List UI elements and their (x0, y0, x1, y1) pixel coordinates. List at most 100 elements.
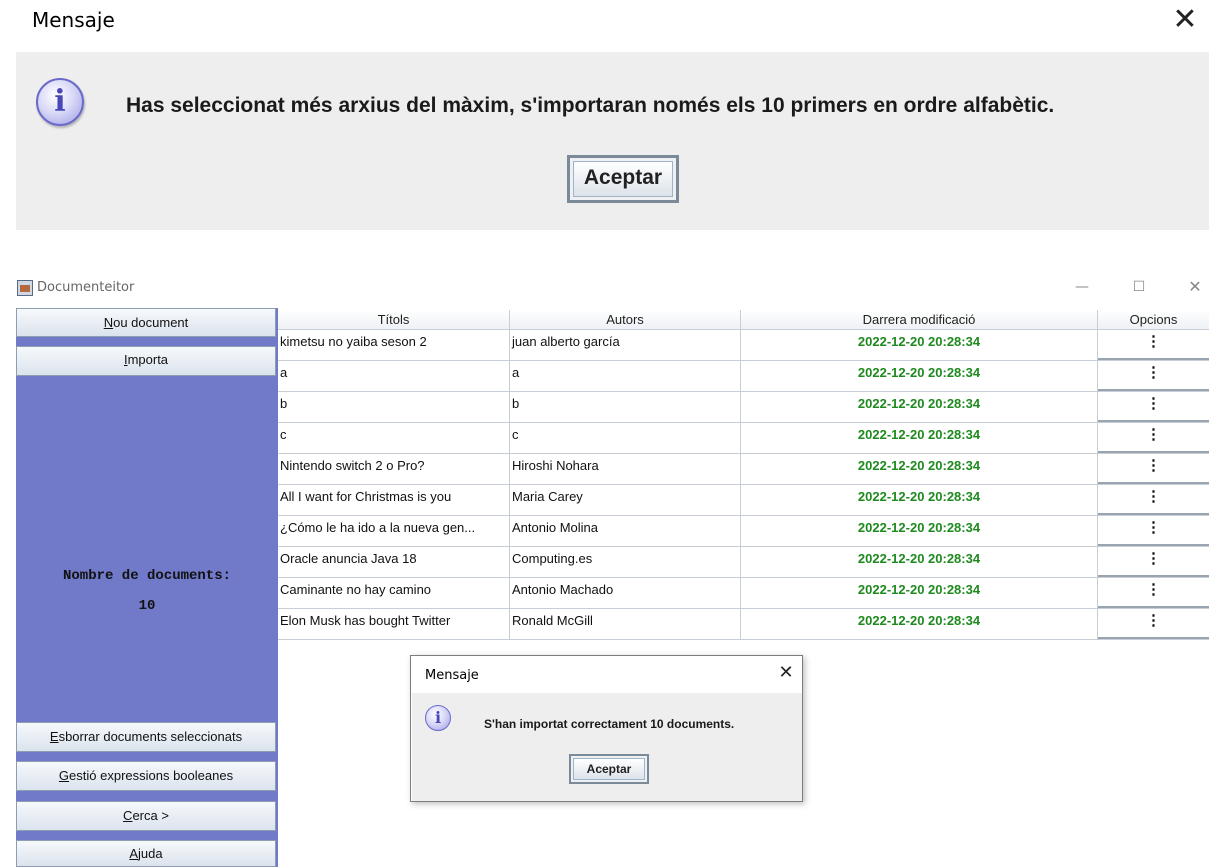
table-row[interactable]: Nintendo switch 2 o Pro? Hiroshi Nohara 20… (278, 454, 1209, 485)
cell-modified: 2022-12-20 20:28:34 (741, 485, 1098, 516)
more-options-icon[interactable]: ⋮ (1098, 454, 1209, 484)
delete-selected-mnemonic: E (49, 729, 59, 744)
document-count-value: 10 (138, 598, 156, 614)
cell-options: ⋮ (1098, 361, 1209, 392)
new-document-label: ou document (113, 315, 189, 330)
column-header-options[interactable]: Opcions (1098, 310, 1209, 330)
cell-author: juan alberto garcía (510, 330, 741, 361)
table-header: Títols Autors Darrera modificació Opcion… (278, 310, 1209, 330)
minimize-icon[interactable]: — (1062, 276, 1102, 298)
table-row[interactable]: Elon Musk has bought Twitter Ronald McGil… (278, 609, 1209, 640)
import-label: mporta (127, 352, 169, 367)
window-close-icon[interactable]: ✕ (1175, 276, 1209, 298)
table-row[interactable]: c c 2022-12-20 20:28:34 ⋮ (278, 423, 1209, 454)
cell-modified: 2022-12-20 20:28:34 (741, 578, 1098, 609)
table-row[interactable]: kimetsu no yaiba seson 2 juan alberto gar… (278, 330, 1209, 361)
column-header-authors[interactable]: Autors (510, 310, 741, 330)
cell-author: Hiroshi Nohara (510, 454, 741, 485)
import-button[interactable]: Importa (16, 346, 276, 376)
accept-button-label: Aceptar (573, 758, 645, 780)
cell-author: Antonio Molina (510, 516, 741, 547)
table-row[interactable]: All I want for Christmas is you Maria Car… (278, 485, 1209, 516)
maximize-icon[interactable]: ☐ (1119, 276, 1159, 298)
cell-title: Elon Musk has bought Twitter (278, 609, 510, 640)
more-options-icon[interactable]: ⋮ (1098, 578, 1209, 608)
cell-title: Nintendo switch 2 o Pro? (278, 454, 510, 485)
table-row[interactable]: b b 2022-12-20 20:28:34 ⋮ (278, 392, 1209, 423)
more-options-icon[interactable]: ⋮ (1098, 547, 1209, 577)
cell-options: ⋮ (1098, 485, 1209, 516)
column-header-titles[interactable]: Títols (278, 310, 510, 330)
new-document-button[interactable]: Nou document (16, 308, 276, 337)
close-icon[interactable]: ✕ (1170, 5, 1200, 36)
more-options-icon[interactable]: ⋮ (1098, 361, 1209, 391)
search-button[interactable]: Cerca > (16, 801, 276, 831)
cell-author: a (510, 361, 741, 392)
cell-options: ⋮ (1098, 330, 1209, 361)
cell-options: ⋮ (1098, 547, 1209, 578)
table-row[interactable]: ¿Cómo le ha ido a la nueva gen... Antonio… (278, 516, 1209, 547)
cell-author: Antonio Machado (510, 578, 741, 609)
cell-title: Caminante no hay camino (278, 578, 510, 609)
sidebar: Nou document Importa Nombre de documents… (16, 308, 278, 867)
cell-options: ⋮ (1098, 392, 1209, 423)
table-row[interactable]: Oracle anuncia Java 18 Computing.es 2022-1… (278, 547, 1209, 578)
cell-title: All I want for Christmas is you (278, 485, 510, 516)
more-options-icon[interactable]: ⋮ (1098, 516, 1209, 546)
cell-modified: 2022-12-20 20:28:34 (741, 454, 1098, 485)
dialog-body: i Has seleccionat més arxius del màxim, … (16, 52, 1209, 230)
cell-modified: 2022-12-20 20:28:34 (741, 609, 1098, 640)
more-options-icon[interactable]: ⋮ (1098, 485, 1209, 515)
cell-modified: 2022-12-20 20:28:34 (741, 330, 1098, 361)
cell-options: ⋮ (1098, 516, 1209, 547)
more-options-icon[interactable]: ⋮ (1098, 330, 1209, 360)
help-mnemonic: A (129, 846, 139, 861)
close-icon[interactable]: ✕ (775, 662, 797, 684)
more-options-icon[interactable]: ⋮ (1098, 609, 1209, 639)
info-icon: i (425, 705, 451, 731)
import-success-dialog: Mensaje ✕ i S'han importat correctament … (410, 655, 803, 802)
table-row[interactable]: Caminante no hay camino Antonio Machado 20… (278, 578, 1209, 609)
cell-title: c (278, 423, 510, 454)
help-label: juda (138, 846, 163, 861)
cell-modified: 2022-12-20 20:28:34 (741, 392, 1098, 423)
cell-title: b (278, 392, 510, 423)
cell-modified: 2022-12-20 20:28:34 (741, 361, 1098, 392)
cell-modified: 2022-12-20 20:28:34 (741, 423, 1098, 454)
cell-modified: 2022-12-20 20:28:34 (741, 516, 1098, 547)
delete-selected-button[interactable]: Esborrar documents seleccionats (16, 722, 276, 752)
cell-title: kimetsu no yaiba seson 2 (278, 330, 510, 361)
cell-modified: 2022-12-20 20:28:34 (741, 547, 1098, 578)
delete-selected-label: sborrar documents seleccionats (58, 729, 243, 744)
dialog-body: i S'han importat correctament 10 documen… (412, 693, 802, 801)
boolean-expressions-label: estió expressions booleanes (69, 768, 234, 783)
dialog-title: Mensaje (32, 8, 115, 32)
new-document-mnemonic: N (103, 315, 114, 330)
cell-title: Oracle anuncia Java 18 (278, 547, 510, 578)
cell-options: ⋮ (1098, 454, 1209, 485)
info-icon: i (36, 78, 84, 126)
cell-options: ⋮ (1098, 423, 1209, 454)
column-header-modified[interactable]: Darrera modificació (741, 310, 1098, 330)
boolean-expressions-mnemonic: G (58, 768, 70, 783)
cell-options: ⋮ (1098, 578, 1209, 609)
dialog-message: S'han importat correctament 10 documents… (484, 717, 735, 731)
accept-button[interactable]: Aceptar (569, 754, 649, 784)
help-button[interactable]: Ajuda (16, 840, 276, 867)
more-options-icon[interactable]: ⋮ (1098, 423, 1209, 453)
search-label: erca > (132, 808, 169, 823)
app-icon (17, 280, 33, 296)
dialog-title: Mensaje (425, 668, 479, 683)
cell-title: ¿Cómo le ha ido a la nueva gen... (278, 516, 510, 547)
accept-button[interactable]: Aceptar (567, 155, 679, 203)
boolean-expressions-button[interactable]: Gestió expressions booleanes (16, 761, 276, 791)
more-options-icon[interactable]: ⋮ (1098, 392, 1209, 422)
table-row[interactable]: a a 2022-12-20 20:28:34 ⋮ (278, 361, 1209, 392)
cell-author: Ronald McGill (510, 609, 741, 640)
dialog-message: Has seleccionat més arxius del màxim, s'… (126, 94, 1055, 117)
document-count-label: Nombre de documents: (62, 568, 232, 584)
cell-title: a (278, 361, 510, 392)
window-title: Documenteitor (37, 280, 135, 295)
accept-button-label: Aceptar (573, 161, 673, 197)
cell-author: Computing.es (510, 547, 741, 578)
